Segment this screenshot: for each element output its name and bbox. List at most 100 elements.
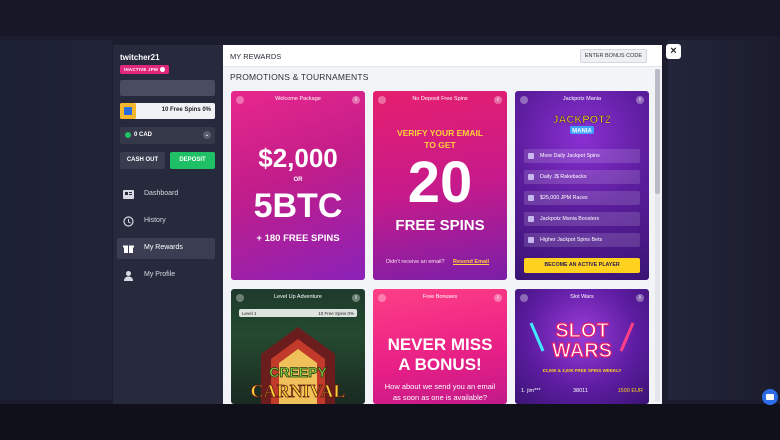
logo-top: JACKPOTZ — [554, 114, 610, 126]
username: twitcher21 — [120, 53, 160, 62]
game-title-top: CREEPY — [269, 364, 327, 380]
chat-icon[interactable] — [762, 389, 778, 405]
free-bonuses-card[interactable]: Free Bonuses i NEVER MISS A BONUS! How a… — [373, 289, 507, 404]
backdrop-right — [668, 40, 780, 400]
free-spins-text: FREE SPINS — [395, 217, 485, 234]
rewards-panel: MY REWARDS ENTER BONUS CODE PROMOTIONS &… — [223, 45, 662, 404]
bottom-bar — [0, 404, 780, 440]
section-title: PROMOTIONS & TOURNAMENTS — [230, 72, 369, 82]
spins-number: 20 — [407, 150, 473, 215]
jackpotz-mania-logo: JACKPOTZ MANIA — [554, 114, 610, 135]
bonus-headline-2: A BONUS! — [398, 355, 482, 374]
backdrop-left — [0, 40, 112, 400]
history-icon — [123, 216, 134, 227]
leaderboard-row: 1. jim*** 38011 1500 EUR — [521, 387, 643, 397]
panel-header: MY REWARDS ENTER BONUS CODE — [223, 45, 662, 67]
level-label: Level 1 — [242, 310, 257, 316]
slot-wars-card[interactable]: Slot Wars i SLOT WARS €3,000 & 3,000 FRE… — [515, 289, 649, 404]
top-bar — [0, 0, 780, 36]
card-title: Welcome Package — [275, 96, 321, 102]
dashboard-icon — [123, 190, 134, 199]
feature-item: $25,000 JPM Races — [524, 191, 640, 205]
leader-prize: 1500 EUR — [617, 388, 643, 394]
deposit-button[interactable]: DEPOSIT — [170, 152, 215, 169]
resend-email-link[interactable]: Resend Email — [453, 259, 489, 265]
creepy-carnival-artwork: CREEPY CARNIVAL — [250, 327, 346, 404]
no-deposit-free-spins-card[interactable]: No Deposit Free Spins i VERIFY YOUR EMAI… — [373, 91, 507, 280]
level-up-adventure-card[interactable]: Level Up Adventure i Level 1 10 Free Spi… — [231, 289, 365, 404]
slot-wars-logo: SLOT WARS — [529, 319, 635, 363]
verify-email-text: VERIFY YOUR EMAIL — [396, 128, 484, 138]
logo-bottom: MANIA — [572, 129, 592, 135]
card-title: Free Bonuses — [422, 294, 458, 300]
lock-icon — [528, 174, 534, 180]
account-sidebar: twitcher21 INACTIVE JPM 10 Free Spins 0%… — [113, 45, 223, 404]
currency-selector[interactable]: 0 CAD ⌄ — [120, 127, 215, 144]
game-title-bottom: CARNIVAL — [251, 381, 346, 401]
nav-label: History — [144, 217, 166, 224]
feature-label: More Daily Jackpot Spins — [540, 153, 600, 159]
leader-score: 38011 — [573, 388, 588, 394]
feature-label: $25,000 JPM Races — [540, 195, 588, 201]
slot-wars-logo-top: SLOT — [555, 320, 608, 342]
info-icon[interactable]: i — [352, 96, 360, 104]
nav-label: My Profile — [144, 271, 176, 278]
welcome-amount: $2,000 — [258, 143, 338, 173]
feature-label: Jackpotz Mania Boosters — [540, 216, 600, 222]
card-title: Slot Wars — [570, 294, 594, 300]
lock-icon — [528, 195, 534, 201]
bonus-body-2: as soon as one is available? — [392, 393, 488, 402]
scrollbar-thumb[interactable] — [655, 69, 660, 194]
slot-wars-logo-bottom: WARS — [552, 340, 612, 362]
welcome-package-card[interactable]: Welcome Package i $2,000 OR 5BTC + 180 F… — [231, 91, 365, 280]
card-title: No Deposit Free Spins — [412, 96, 468, 102]
user-icon — [124, 271, 133, 281]
status-badge-label: INACTIVE JPM — [124, 67, 158, 72]
welcome-free-spins: + 180 FREE SPINS — [256, 233, 340, 244]
gift-icon — [123, 245, 134, 253]
info-icon[interactable]: i — [494, 294, 502, 302]
welcome-btc: 5BTC — [253, 187, 343, 225]
level-progress-bar: Level 1 10 Free Spins 0% — [239, 309, 357, 317]
level-progress-label: 10 Free Spins 0% — [318, 310, 354, 316]
nav-history[interactable]: History — [117, 211, 215, 232]
welcome-or: OR — [293, 177, 303, 183]
feature-label: Higher Jackpot Spins Bets — [540, 237, 603, 243]
feature-label: Daily J$ Rakebacks — [540, 174, 587, 180]
slot-wars-tagline: €3,000 & 3,000 FREE SPINS WEEKLY — [542, 368, 622, 373]
status-badge: INACTIVE JPM — [120, 65, 169, 74]
info-icon[interactable]: i — [636, 294, 644, 302]
jackpotz-mania-card[interactable]: Jackpotz Mania i JACKPOTZ MANIA More Dai… — [515, 91, 649, 280]
chevron-down-icon: ⌄ — [203, 131, 211, 139]
card-title: Jackpotz Mania — [562, 96, 602, 102]
enter-bonus-code-button[interactable]: ENTER BONUS CODE — [579, 49, 647, 63]
info-icon[interactable]: i — [636, 96, 644, 104]
free-spins-bar[interactable]: 10 Free Spins 0% — [120, 103, 215, 119]
become-active-player-button[interactable]: BECOME AN ACTIVE PLAYER — [524, 258, 640, 273]
info-icon — [159, 67, 165, 73]
page-title: MY REWARDS — [230, 52, 282, 61]
lock-icon — [528, 216, 534, 222]
close-icon[interactable]: × — [666, 44, 681, 59]
bonus-headline-1: NEVER MISS — [387, 335, 493, 354]
coin-icon — [125, 132, 131, 138]
nav-label: Dashboard — [144, 190, 179, 197]
feature-item: Higher Jackpot Spins Bets — [524, 233, 640, 247]
feature-item: Daily J$ Rakebacks — [524, 170, 640, 184]
nav-my-rewards[interactable]: My Rewards — [117, 238, 215, 259]
cash-out-button[interactable]: CASH OUT — [120, 152, 165, 169]
nav-dashboard[interactable]: Dashboard — [117, 184, 215, 205]
bonus-body-1: How about we send you an email — [384, 382, 496, 391]
feature-item: Jackpotz Mania Boosters — [524, 212, 640, 226]
leader-name: 1. jim*** — [521, 388, 541, 394]
nav-my-profile[interactable]: My Profile — [117, 265, 215, 286]
info-icon[interactable]: i — [494, 96, 502, 104]
info-icon[interactable]: i — [352, 294, 360, 302]
balance-label: 0 CAD — [134, 132, 153, 138]
resend-prompt: Didn't receive an email? — [386, 259, 445, 265]
lock-icon — [528, 153, 534, 159]
feature-item: More Daily Jackpot Spins — [524, 149, 640, 163]
lock-icon — [528, 237, 534, 243]
card-title: Level Up Adventure — [273, 294, 322, 300]
nav-label: My Rewards — [144, 244, 183, 251]
